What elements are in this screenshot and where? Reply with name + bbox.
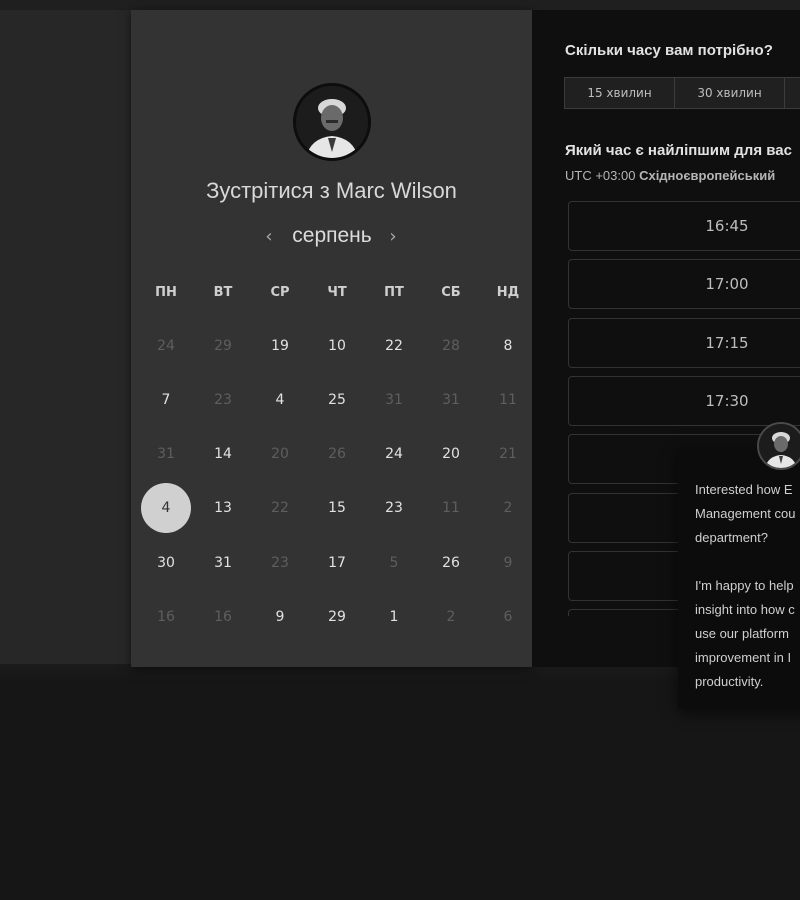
time-slot-label: 17:00 — [705, 275, 749, 294]
calendar-day[interactable]: 10 — [312, 321, 362, 371]
calendar-day[interactable]: 7 — [141, 375, 191, 425]
chat-line: Interested how E — [695, 482, 793, 497]
calendar-day: 2 — [503, 500, 513, 516]
calendar-day: 23 — [214, 392, 232, 408]
calendar-day: 29 — [214, 338, 232, 354]
calendar-day[interactable]: 29 — [312, 592, 362, 642]
calendar-day[interactable]: 19 — [255, 321, 305, 371]
timezone-offset: UTC +03:00 — [565, 168, 636, 183]
calendar-day: 16 — [214, 609, 232, 625]
calendar-day[interactable]: 15 — [312, 483, 362, 533]
calendar-day[interactable]: 9 — [255, 592, 305, 642]
time-slot[interactable]: 17:30 — [568, 375, 800, 426]
time-slot[interactable]: 17:15 — [568, 317, 800, 368]
calendar-day: 16 — [157, 609, 175, 625]
calendar-day: 6 — [503, 609, 513, 625]
calendar-day: 31 — [385, 392, 403, 408]
calendar-day: 5 — [389, 555, 399, 571]
calendar-day: 11 — [442, 500, 460, 516]
duration-selector: 15 хвилин 30 хвилин — [564, 77, 800, 109]
calendar-day: 11 — [499, 392, 517, 408]
chat-line: productivity. — [695, 674, 764, 689]
timezone-label[interactable]: UTC +03:00 Східноєвропейський — [565, 168, 775, 183]
time-slot-label: 17:30 — [705, 391, 749, 410]
calendar-day[interactable]: 1 — [369, 592, 419, 642]
calendar-day[interactable]: 20 — [426, 429, 476, 479]
calendar-card: Зустрітися з Marc Wilson ‹ серпень › ПН В… — [131, 10, 532, 667]
calendar-day: 9 — [503, 555, 513, 571]
chat-line: use our platform — [695, 626, 789, 641]
calendar-day-selected[interactable]: 4 — [141, 483, 191, 533]
calendar-day: 20 — [271, 446, 289, 462]
duration-option[interactable]: 30 хвилин — [674, 77, 785, 109]
calendar-day: 24 — [157, 338, 175, 354]
calendar-day[interactable]: 26 — [426, 538, 476, 588]
calendar-day[interactable]: 13 — [198, 483, 248, 533]
calendar-day: 31 — [157, 446, 175, 462]
chat-message: Interested how E Management cou department… — [695, 478, 800, 694]
calendar-day: 21 — [499, 446, 517, 462]
chat-popup[interactable]: Interested how E Management cou department… — [678, 448, 800, 709]
calendar-day[interactable]: 8 — [483, 321, 533, 371]
calendar-day[interactable]: 30 — [141, 538, 191, 588]
time-slot-label: 17:15 — [705, 333, 749, 352]
calendar-day[interactable]: 22 — [369, 321, 419, 371]
top-strip — [0, 0, 800, 10]
time-slot[interactable]: 16:45 — [568, 201, 800, 251]
calendar-day[interactable]: 25 — [312, 375, 362, 425]
chat-line: insight into how c — [695, 602, 795, 617]
chat-line: Management cou — [695, 506, 796, 521]
chat-line: department? — [695, 530, 768, 545]
duration-option[interactable] — [784, 77, 800, 109]
time-slot-label: 16:45 — [705, 217, 749, 235]
calendar-day: 2 — [446, 609, 456, 625]
chat-line: I'm happy to help — [695, 578, 794, 593]
duration-heading: Скільки часу вам потрібно? — [565, 42, 773, 59]
calendar-day: 28 — [442, 338, 460, 354]
calendar-day: 31 — [442, 392, 460, 408]
time-slot[interactable]: 17:00 — [568, 259, 800, 310]
time-heading: Який час є найліпшим для вас — [565, 142, 792, 159]
person-icon — [759, 424, 800, 468]
calendar-day[interactable]: 24 — [369, 429, 419, 479]
calendar-day[interactable]: 4 — [255, 375, 305, 425]
calendar-day: 22 — [271, 500, 289, 516]
avatar-icon[interactable] — [757, 422, 800, 470]
chat-line: improvement in I — [695, 650, 792, 665]
calendar-day[interactable]: 31 — [198, 538, 248, 588]
duration-option[interactable]: 15 хвилин — [564, 77, 675, 109]
timezone-name: Східноєвропейський — [639, 168, 776, 183]
calendar-day: 26 — [328, 446, 346, 462]
calendar-grid: 24 29 19 10 22 28 8 7 23 4 25 31 31 11 31 14 20 26 24 20 21 4… — [131, 10, 532, 667]
calendar-day[interactable]: 23 — [369, 483, 419, 533]
calendar-day: 23 — [271, 555, 289, 571]
chat-line — [695, 550, 800, 574]
calendar-day[interactable]: 14 — [198, 429, 248, 479]
calendar-day[interactable]: 17 — [312, 538, 362, 588]
